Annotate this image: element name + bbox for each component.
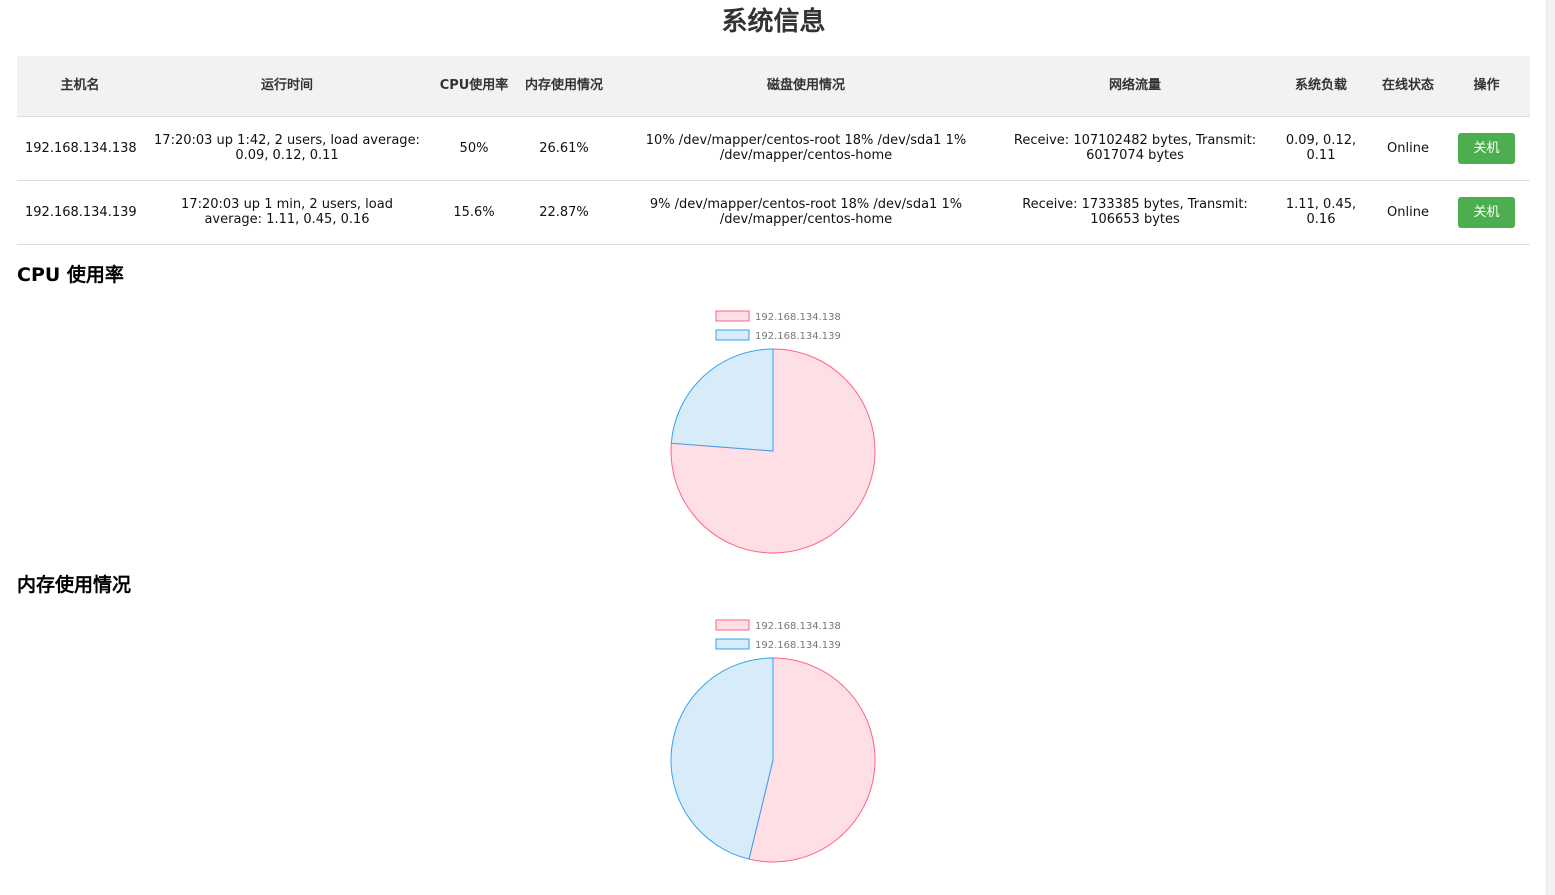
cell-network: Receive: 107102482 bytes, Transmit: 6017… <box>1013 133 1257 163</box>
cell-network: Receive: 1733385 bytes, Transmit: 106653… <box>1022 197 1248 227</box>
page: 系统信息 主机名 运行时间 CPU使用率 内存使用情况 磁盘使用情况 网络流量 … <box>17 0 1547 895</box>
cell-hostname: 192.168.134.139 <box>25 204 137 220</box>
legend-swatch[interactable] <box>715 329 750 341</box>
cell-uptime: 17:20:03 up 1 min, 2 users, load average… <box>181 197 393 227</box>
header-hostname: 主机名 <box>60 77 100 93</box>
header-action: 操作 <box>1473 77 1500 93</box>
cell-load: 1.11, 0.45, 0.16 <box>1285 197 1357 227</box>
shutdown-button[interactable]: 关机 <box>1458 132 1515 164</box>
cell-action: 关机 <box>1443 116 1530 180</box>
header-status: 在线状态 <box>1381 77 1434 93</box>
page-title: 系统信息 <box>721 7 826 37</box>
cell-disk: 10% /dev/mapper/centos-root 18% /dev/sda… <box>645 133 967 163</box>
cell-cpu: 50% <box>459 140 489 156</box>
header-cpu: CPU使用率 <box>439 77 509 93</box>
cell-status: Online <box>1387 204 1429 220</box>
cell-status: Online <box>1387 140 1429 156</box>
cell-memory: 26.61% <box>539 140 589 156</box>
legend-label[interactable]: 192.168.134.139 <box>755 331 841 342</box>
legend-label[interactable]: 192.168.134.138 <box>755 312 841 323</box>
cpu-section-title: CPU 使用率 <box>17 264 124 286</box>
header-uptime: 运行时间 <box>260 77 313 93</box>
legend-swatch[interactable] <box>715 619 750 631</box>
table-row: 192.168.134.138 17:20:03 up 1:42, 2 user… <box>17 116 1530 180</box>
cell-action: 关机 <box>1443 180 1530 244</box>
legend-label[interactable]: 192.168.134.139 <box>755 640 841 651</box>
cell-uptime: 17:20:03 up 1:42, 2 users, load average:… <box>154 133 420 163</box>
cell-disk: 9% /dev/mapper/centos-root 18% /dev/sda1… <box>649 197 963 227</box>
legend-swatch[interactable] <box>715 310 750 322</box>
cell-memory: 22.87% <box>539 204 589 220</box>
cell-load: 0.09, 0.12, 0.11 <box>1285 133 1357 163</box>
header-memory: 内存使用情况 <box>524 77 603 93</box>
shutdown-button[interactable]: 关机 <box>1458 196 1515 228</box>
header-load: 系统负载 <box>1294 77 1347 93</box>
cell-cpu: 15.6% <box>453 204 495 220</box>
pie-slice[interactable] <box>670 348 774 452</box>
legend-label[interactable]: 192.168.134.138 <box>755 621 841 632</box>
system-info-table: 主机名 运行时间 CPU使用率 内存使用情况 磁盘使用情况 网络流量 系统负载 … <box>17 56 1530 245</box>
table-header-row: 主机名 运行时间 CPU使用率 内存使用情况 磁盘使用情况 网络流量 系统负载 … <box>17 56 1530 116</box>
vertical-scrollbar[interactable] <box>1546 0 1555 895</box>
cell-hostname: 192.168.134.138 <box>25 140 137 156</box>
legend-swatch[interactable] <box>715 638 750 650</box>
memory-pie-chart: 192.168.134.138 192.168.134.139 <box>670 619 876 863</box>
table-row: 192.168.134.139 17:20:03 up 1 min, 2 use… <box>17 180 1530 244</box>
memory-section-title: 内存使用情况 <box>17 574 132 596</box>
header-disk: 磁盘使用情况 <box>766 77 845 93</box>
header-network: 网络流量 <box>1108 77 1161 93</box>
cpu-pie-chart: 192.168.134.138 192.168.134.139 <box>670 310 876 554</box>
